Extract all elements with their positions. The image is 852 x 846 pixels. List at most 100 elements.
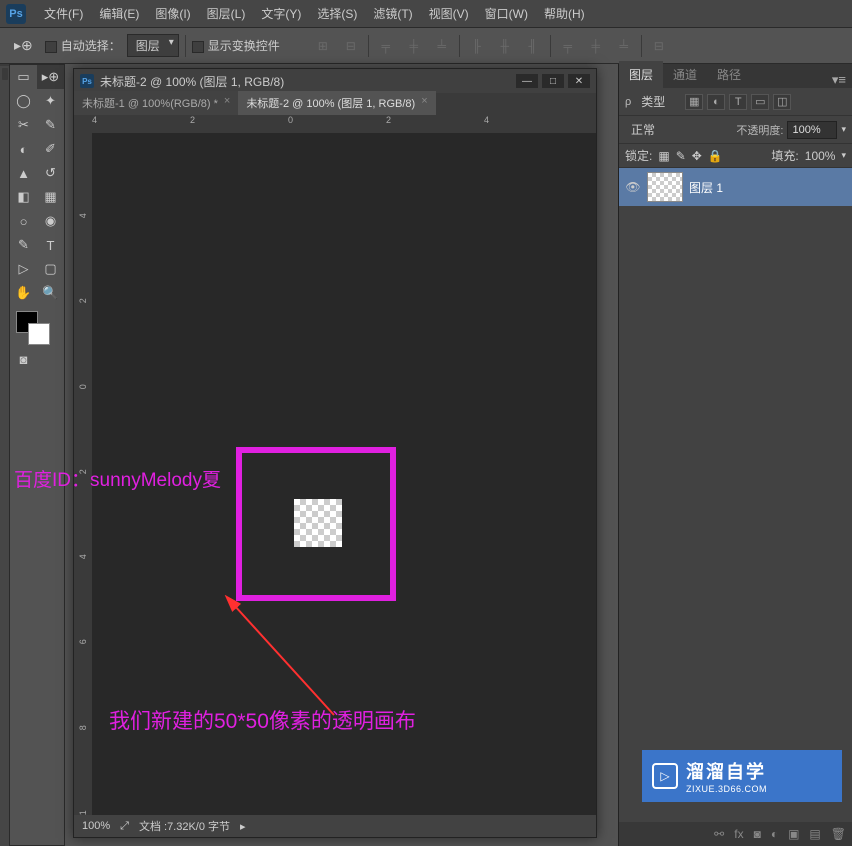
close-tab-icon[interactable]: × (421, 95, 427, 111)
opacity-label: 不透明度: (736, 122, 783, 138)
menu-window[interactable]: 窗口(W) (477, 0, 536, 28)
auto-select-checkbox[interactable] (45, 41, 57, 53)
filter-kind-dropdown[interactable]: 类型 (635, 91, 681, 112)
layer-item[interactable]: 👁 图层 1 (619, 168, 852, 206)
lock-pixels-icon[interactable]: ✎ (676, 149, 686, 163)
transparent-canvas[interactable] (294, 499, 342, 547)
color-swatches[interactable] (10, 305, 64, 347)
menu-edit[interactable]: 编辑(E) (91, 0, 147, 28)
tab-channels[interactable]: 通道 (663, 61, 707, 88)
lock-position-icon[interactable]: ✥ (692, 149, 702, 163)
filter-smart-icon[interactable]: ◫ (773, 94, 791, 110)
magic-wand-tool[interactable]: ✦ (37, 89, 64, 113)
align-icon[interactable]: ⊞ (312, 35, 334, 57)
document-titlebar[interactable]: Ps 未标题-2 @ 100% (图层 1, RGB/8) — □ ✕ (74, 69, 596, 93)
blur-tool[interactable]: ○ (10, 209, 37, 233)
align-vcenter-icon[interactable]: ╪ (403, 35, 425, 57)
layer-style-icon[interactable]: fx (734, 827, 743, 841)
path-select-tool[interactable]: ▷ (10, 257, 37, 281)
doc-info[interactable]: 文档 :7.32K/0 字节 (139, 818, 230, 834)
align-bottom-icon[interactable]: ╧ (431, 35, 453, 57)
move-tool[interactable]: ▸⊕ (37, 65, 64, 89)
brush-tool[interactable]: ✐ (37, 137, 64, 161)
history-brush-tool[interactable]: ↺ (37, 161, 64, 185)
lock-all-icon[interactable]: 🔒 (708, 149, 723, 163)
align-icon[interactable]: ⊟ (340, 35, 362, 57)
type-tool[interactable]: T (37, 233, 64, 257)
menu-help[interactable]: 帮助(H) (536, 0, 593, 28)
doc-tab-2[interactable]: 未标题-2 @ 100% (图层 1, RGB/8)× (238, 91, 435, 115)
opacity-field[interactable]: 100% (787, 121, 837, 139)
link-layers-icon[interactable]: ⚯ (714, 827, 724, 841)
minimize-button[interactable]: — (516, 74, 538, 88)
delete-layer-icon[interactable]: 🗑 (831, 827, 846, 841)
zoom-level[interactable]: 100% (82, 820, 110, 832)
shape-tool[interactable]: ▢ (37, 257, 64, 281)
collapsed-panel-strip[interactable] (0, 64, 9, 846)
gradient-tool[interactable]: ▦ (37, 185, 64, 209)
filter-type-icon[interactable]: T (729, 94, 747, 110)
show-transform-label: 显示变换控件 (208, 39, 280, 53)
menu-type[interactable]: 文字(Y) (253, 0, 309, 28)
show-transform-checkbox[interactable] (192, 41, 204, 53)
menu-file[interactable]: 文件(F) (36, 0, 91, 28)
close-tab-icon[interactable]: × (224, 95, 230, 111)
pen-tool[interactable]: ✎ (10, 233, 37, 257)
document-area: Ps 未标题-2 @ 100% (图层 1, RGB/8) — □ ✕ 未标题-… (65, 64, 618, 846)
visibility-icon[interactable]: 👁 (625, 180, 641, 194)
adjustment-layer-icon[interactable]: ◐ (771, 827, 778, 841)
lock-transparent-icon[interactable]: ▦ (658, 149, 669, 163)
workspace: ▭▸⊕ ◯✦ ✂✎ ◐✐ ▲↺ ◧▦ ○◉ ✎T ▷▢ ✋🔍 ◙ Ps 未标题-… (0, 64, 852, 846)
distribute-icon[interactable]: ╧ (613, 35, 635, 57)
doc-info-arrow-icon[interactable]: ▸ (240, 820, 246, 833)
new-layer-icon[interactable]: ▤ (809, 827, 820, 841)
maximize-button[interactable]: □ (542, 74, 564, 88)
align-hcenter-icon[interactable]: ╫ (494, 35, 516, 57)
close-button[interactable]: ✕ (568, 74, 590, 88)
menu-filter[interactable]: 滤镜(T) (365, 0, 420, 28)
eraser-tool[interactable]: ◧ (10, 185, 37, 209)
tab-layers[interactable]: 图层 (619, 61, 663, 88)
brand-watermark: ▷ 溜溜自学 ZIXUE.3D66.COM (642, 750, 842, 802)
auto-select-target-dropdown[interactable]: 图层 (127, 34, 179, 57)
menu-select[interactable]: 选择(S) (309, 0, 365, 28)
align-left-icon[interactable]: ╟ (466, 35, 488, 57)
align-right-icon[interactable]: ╢ (522, 35, 544, 57)
lasso-tool[interactable]: ◯ (10, 89, 37, 113)
align-top-icon[interactable]: ╤ (375, 35, 397, 57)
menu-view[interactable]: 视图(V) (421, 0, 477, 28)
menu-layer[interactable]: 图层(L) (199, 0, 254, 28)
tab-paths[interactable]: 路径 (707, 61, 751, 88)
expand-icon[interactable]: ⤢ (120, 820, 129, 833)
filter-shape-icon[interactable]: ▭ (751, 94, 769, 110)
quickmask-tool[interactable]: ◙ (10, 347, 37, 371)
menu-image[interactable]: 图像(I) (147, 0, 198, 28)
fill-field[interactable]: 100% (805, 149, 836, 163)
filter-pixel-icon[interactable]: ▦ (685, 94, 703, 110)
options-bar: ▸⊕ 自动选择： 图层 显示变换控件 ⊞ ⊟ ╤ ╪ ╧ ╟ ╫ ╢ ╤ ╪ ╧… (0, 28, 852, 64)
blend-mode-dropdown[interactable]: 正常 (625, 119, 732, 140)
group-icon[interactable]: ▣ (788, 827, 799, 841)
healing-tool[interactable]: ◐ (10, 137, 37, 161)
brand-url: ZIXUE.3D66.COM (686, 784, 767, 794)
hand-tool[interactable]: ✋ (10, 281, 37, 305)
lock-row: 锁定: ▦ ✎ ✥ 🔒 填充: 100%▾ (619, 144, 852, 168)
layer-name[interactable]: 图层 1 (689, 179, 723, 196)
stamp-tool[interactable]: ▲ (10, 161, 37, 185)
canvas-area[interactable]: 4 2 0 2 4 4 2 0 2 4 6 8 1 百度ID：sunnyMelo… (74, 115, 596, 815)
distribute-icon[interactable]: ╪ (585, 35, 607, 57)
filter-adjust-icon[interactable]: ◐ (707, 94, 725, 110)
distribute-icon[interactable]: ╤ (557, 35, 579, 57)
dodge-tool[interactable]: ◉ (37, 209, 64, 233)
arrange-icon[interactable]: ⊟ (648, 35, 670, 57)
doc-tab-1[interactable]: 未标题-1 @ 100%(RGB/8) *× (74, 91, 238, 115)
layer-thumbnail[interactable] (647, 172, 683, 202)
layer-mask-icon[interactable]: ◙ (754, 827, 761, 841)
eyedropper-tool[interactable]: ✎ (37, 113, 64, 137)
ruler-horizontal[interactable]: 4 2 0 2 4 (92, 115, 596, 133)
panel-menu-icon[interactable]: ▾≡ (826, 72, 852, 88)
background-swatch[interactable] (28, 323, 50, 345)
crop-tool[interactable]: ✂ (10, 113, 37, 137)
marquee-tool[interactable]: ▭ (10, 65, 37, 89)
zoom-tool[interactable]: 🔍 (37, 281, 64, 305)
